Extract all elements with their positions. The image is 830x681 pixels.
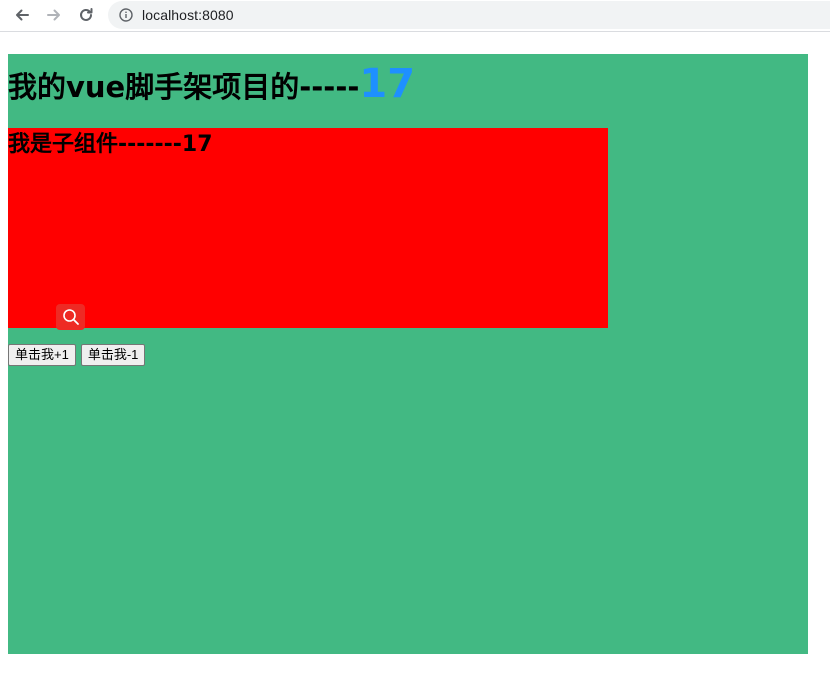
- app-container: 我的vue脚手架项目的-----17 我是子组件-------17 单击我+1 …: [8, 54, 808, 654]
- forward-button[interactable]: [42, 3, 66, 27]
- reload-icon: [80, 8, 93, 21]
- child-component: 我是子组件-------17: [8, 128, 608, 330]
- title-prefix: 我的vue脚手架项目的-----: [8, 70, 360, 104]
- page-title: 我的vue脚手架项目的-----17: [8, 62, 415, 109]
- increment-button[interactable]: 单击我+1: [8, 344, 76, 366]
- url-text: localhost:8080: [142, 7, 234, 23]
- child-title: 我是子组件-------17: [8, 132, 213, 157]
- info-icon[interactable]: [118, 7, 134, 23]
- button-row: 单击我+1 单击我-1: [8, 344, 146, 366]
- address-bar[interactable]: localhost:8080: [108, 1, 830, 29]
- browser-toolbar: localhost:8080: [0, 0, 830, 32]
- arrow-left-icon: [16, 9, 29, 21]
- reload-button[interactable]: [74, 3, 98, 27]
- arrow-right-icon: [47, 9, 60, 21]
- decrement-button[interactable]: 单击我-1: [80, 344, 146, 366]
- count-value: 17: [359, 61, 416, 107]
- back-button[interactable]: [10, 3, 34, 27]
- search-icon: [62, 309, 79, 325]
- search-button[interactable]: [56, 304, 85, 330]
